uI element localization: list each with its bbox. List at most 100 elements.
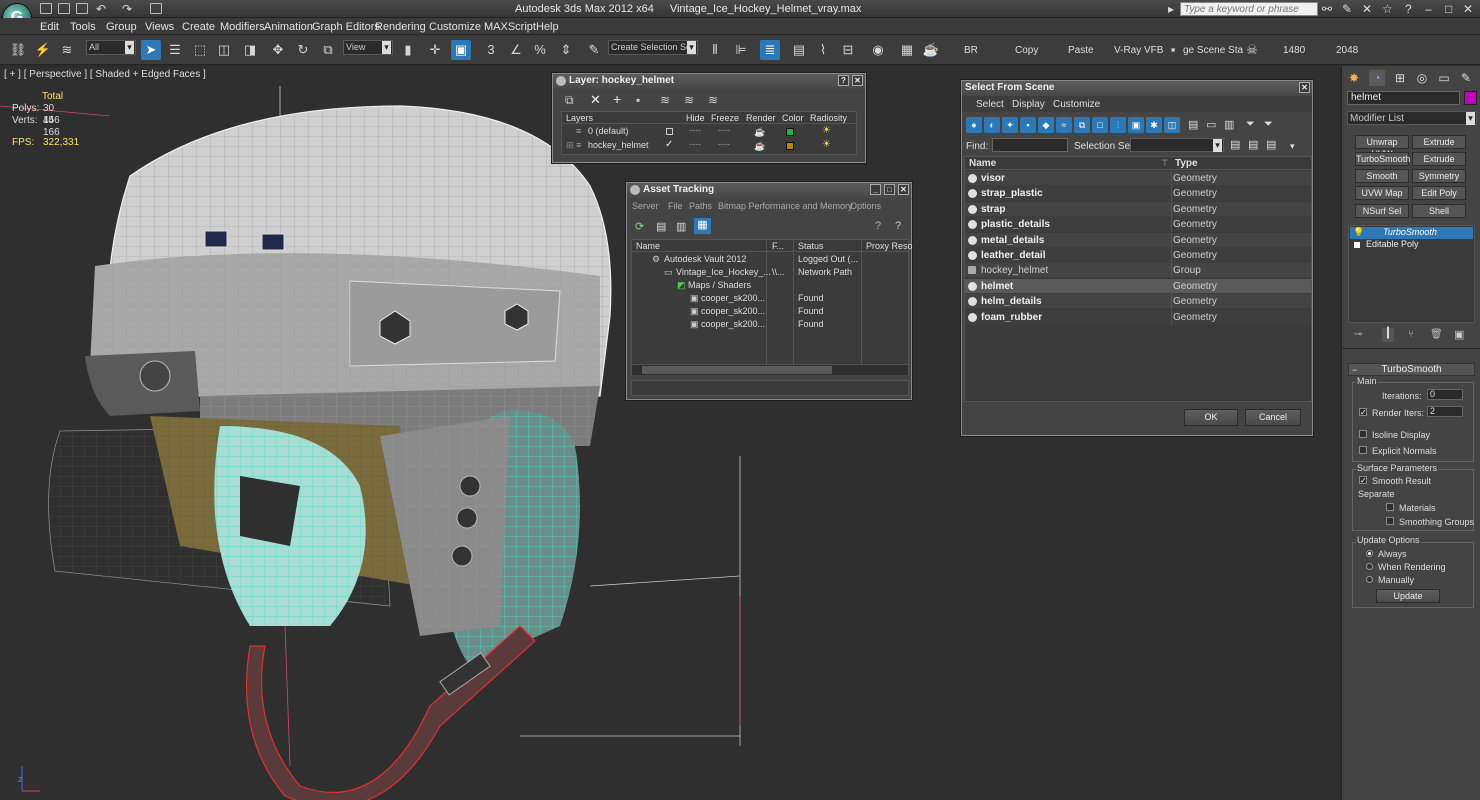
utilities-tab-icon[interactable]: ✎: [1458, 70, 1474, 86]
iterations-spinner[interactable]: 0: [1427, 389, 1463, 400]
asset-row[interactable]: ▭ Vintage_Ice_Hockey_... \\... Network P…: [632, 266, 908, 279]
open-file-icon[interactable]: [58, 3, 70, 14]
menu-maxscript[interactable]: MAXScript: [484, 21, 536, 33]
copy-button[interactable]: Copy: [1015, 45, 1038, 56]
layer-help-button[interactable]: ?: [838, 75, 849, 86]
rectangular-selection-icon[interactable]: ⬚: [190, 40, 210, 60]
communication-icon[interactable]: ✕: [1362, 2, 1372, 16]
find-input[interactable]: [992, 138, 1068, 152]
current-layer-checkbox[interactable]: [666, 128, 673, 135]
percent-snap-icon[interactable]: %: [530, 40, 550, 60]
render-width-button[interactable]: 1480: [1283, 45, 1305, 56]
render-teapot-icon[interactable]: ☕: [754, 141, 765, 152]
asset-row[interactable]: ▣ cooper_sk200... Found: [632, 318, 908, 331]
vray-vfb-button[interactable]: V-Ray VFB: [1114, 45, 1163, 56]
link-icon[interactable]: ⛓: [8, 40, 28, 60]
layer-freeze-all-icon[interactable]: ≋: [708, 93, 718, 107]
scene-object-row[interactable]: helm_details Geometry: [965, 294, 1311, 310]
schematic-view-icon[interactable]: ⊟: [838, 40, 858, 60]
angle-snap-icon[interactable]: ∠: [506, 40, 526, 60]
layer-close-button[interactable]: ✕: [852, 75, 863, 86]
radiosity-icon[interactable]: ☀: [822, 125, 831, 136]
asset-row[interactable]: ◩ Maps / Shaders: [632, 279, 908, 292]
show-end-result-icon[interactable]: ┃: [1382, 328, 1394, 342]
scale-icon[interactable]: ⧉: [318, 40, 338, 60]
render-iters-spinner[interactable]: 2: [1427, 406, 1463, 417]
menu-views[interactable]: Views: [145, 21, 174, 33]
material-editor-icon[interactable]: ◉: [868, 40, 888, 60]
filter-funnel-icon[interactable]: ⏷: [1246, 118, 1255, 131]
paste-button[interactable]: Paste: [1068, 45, 1094, 56]
current-layer-check-icon[interactable]: ✓: [665, 139, 673, 150]
display-invert-icon[interactable]: ▥: [1224, 118, 1234, 131]
subscription-icon[interactable]: ✎: [1342, 2, 1352, 16]
modifier-extrude-button-2[interactable]: Extrude: [1412, 152, 1466, 166]
menu-create[interactable]: Create: [182, 21, 215, 33]
radiosity-icon[interactable]: ☀: [822, 139, 831, 150]
expand-arrow-icon[interactable]: ▾: [1290, 141, 1295, 152]
br-label[interactable]: BR: [964, 45, 978, 56]
select-menu-customize[interactable]: Customize: [1053, 99, 1100, 110]
select-window-titlebar[interactable]: Select From Scene ✕: [962, 81, 1312, 96]
save-scene-state-button[interactable]: ge Scene Sta: [1183, 45, 1243, 56]
motion-tab-icon[interactable]: ◎: [1414, 70, 1430, 86]
window-crossing-icon[interactable]: ◫: [214, 40, 234, 60]
bind-spacewarp-icon[interactable]: ≋: [57, 40, 77, 60]
menu-animation[interactable]: Animation: [264, 21, 313, 33]
binoculars-icon[interactable]: ⚯: [1322, 2, 1332, 16]
move-icon[interactable]: ✥: [268, 40, 288, 60]
graphite-modeling-icon[interactable]: ▤: [789, 40, 809, 60]
always-radio[interactable]: [1366, 550, 1373, 557]
asset-menu-file[interactable]: File: [668, 201, 683, 211]
search-input[interactable]: Type a keyword or phrase: [1180, 2, 1318, 16]
hide-toggle[interactable]: ----: [689, 139, 701, 149]
configure-sets-icon[interactable]: ▣: [1454, 328, 1464, 341]
display-none-icon[interactable]: ▭: [1206, 118, 1216, 131]
layer-color-swatch[interactable]: [786, 142, 794, 150]
turbosmooth-rollout-header[interactable]: − TurboSmooth: [1348, 363, 1475, 376]
pivot-center-icon[interactable]: ▮: [398, 40, 418, 60]
layer-manager-icon[interactable]: ≣: [760, 40, 780, 60]
select-invert-icon[interactable]: ▤: [1266, 138, 1276, 151]
col-render[interactable]: Render: [746, 113, 776, 123]
close-icon[interactable]: ✕: [1463, 2, 1473, 16]
layer-highlight-icon[interactable]: ≋: [660, 93, 670, 107]
filter-cameras-icon[interactable]: ▪: [1020, 117, 1036, 133]
menu-rendering[interactable]: Rendering: [375, 21, 426, 33]
modifier-turbosmooth-button[interactable]: TurboSmooth: [1355, 152, 1410, 166]
asset-row[interactable]: ▣ cooper_sk200... Found: [632, 292, 908, 305]
filter-bones-icon[interactable]: ⫶: [1110, 117, 1126, 133]
unlink-icon[interactable]: ⚡: [33, 40, 53, 60]
scene-object-row[interactable]: foam_rubber Geometry: [965, 309, 1311, 325]
asset-close-button[interactable]: ✕: [898, 184, 909, 195]
asset-maximize-button[interactable]: □: [884, 184, 895, 195]
layer-window-titlebar[interactable]: Layer: hockey_helmet ? ✕: [553, 74, 865, 89]
modifier-symmetry-button[interactable]: Symmetry: [1412, 169, 1466, 183]
reference-coordinate-dropdown[interactable]: View: [343, 40, 393, 55]
col-proxy[interactable]: Proxy Reso: [866, 241, 913, 251]
mirror-icon[interactable]: ⫴: [705, 40, 725, 60]
hierarchy-tab-icon[interactable]: ⊞: [1392, 70, 1408, 86]
filter-helpers-icon[interactable]: ◆: [1038, 117, 1054, 133]
align-icon[interactable]: ⊫: [731, 40, 751, 60]
select-menu-display[interactable]: Display: [1012, 99, 1045, 110]
layer-new-icon[interactable]: ⧉: [565, 93, 574, 108]
scene-object-row[interactable]: strap Geometry: [965, 201, 1311, 217]
filter-hidden-icon[interactable]: ◫: [1164, 117, 1180, 133]
asset-row[interactable]: ▣ cooper_sk200... Found: [632, 305, 908, 318]
help-icon[interactable]: ?: [1405, 2, 1412, 16]
select-none-icon[interactable]: ▤: [1248, 138, 1258, 151]
pin-stack-icon[interactable]: ⊸: [1354, 329, 1362, 340]
display-all-icon[interactable]: ▤: [1188, 118, 1198, 131]
modifier-list-dropdown[interactable]: Modifier List: [1347, 111, 1477, 125]
col-layers[interactable]: Layers: [566, 113, 593, 123]
update-button[interactable]: Update: [1376, 589, 1440, 603]
table-view-icon[interactable]: ▥: [676, 220, 686, 233]
modifier-uvw-map-button[interactable]: UVW Map: [1355, 186, 1409, 200]
layer-row[interactable]: ⊞ ≡ hockey_helmet ✓ ---- ---- ☕ ☀: [562, 139, 856, 152]
filter-spacewarps-icon[interactable]: ≈: [1056, 117, 1072, 133]
menu-customize[interactable]: Customize: [429, 21, 481, 33]
curve-editor-icon[interactable]: ⌇: [813, 40, 833, 60]
asset-menu-paths[interactable]: Paths: [689, 201, 712, 211]
filter-lights-icon[interactable]: ✦: [1002, 117, 1018, 133]
